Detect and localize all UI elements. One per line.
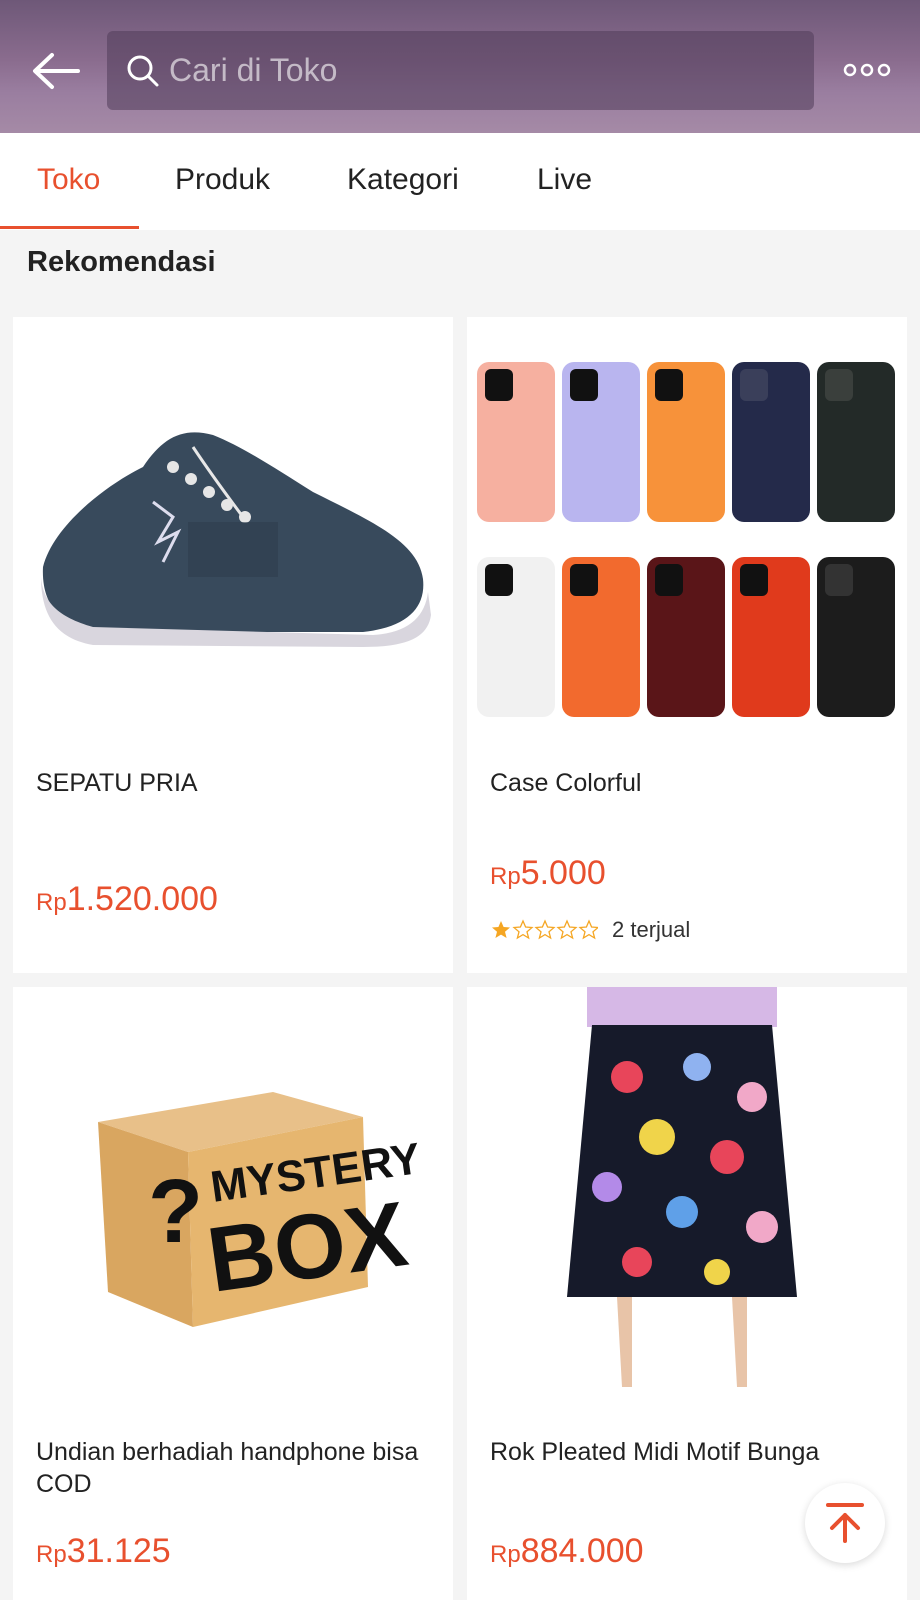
product-card-case[interactable]: Case Colorful Rp5.000 2 terjual [467,317,907,973]
arrow-up-to-top-icon [826,1503,864,1543]
tab-kategori[interactable]: Kategori [347,163,459,197]
search-input[interactable]: Cari di Toko [107,31,814,110]
back-button[interactable] [28,44,82,98]
product-image-shoe [41,432,431,647]
svg-text:?: ? [148,1162,203,1262]
tab-produk[interactable]: Produk [175,163,270,197]
more-button[interactable] [840,55,894,85]
product-rating: 2 terjual [490,917,690,943]
sold-count: 2 terjual [612,917,691,942]
section-title: Rekomendasi [27,246,216,278]
product-price: Rp31.125 [36,1532,171,1570]
product-card-shoe[interactable]: SEPATU PRIA Rp1.520.000 [13,317,453,973]
active-tab-indicator [0,226,139,229]
arrow-left-icon [33,53,80,89]
tab-live[interactable]: Live [537,163,592,197]
more-dots-icon [843,63,891,77]
product-card-mystery-box[interactable]: ? MYSTERY BOX Undian berhadiah handphone… [13,987,453,1600]
product-name: Rok Pleated Midi Motif Bunga [490,1438,820,1466]
product-price: Rp5.000 [490,854,606,892]
search-icon [127,55,159,86]
shop-header: Cari di Toko [0,0,920,133]
tab-toko[interactable]: Toko [37,163,100,197]
product-name: Undian berhadiah handphone bisa COD [36,1438,419,1498]
product-image-mystery-box: ? MYSTERY BOX [98,1092,423,1327]
shop-tabs: Toko Produk Kategori Live [0,133,920,230]
product-image-cases [477,362,895,717]
product-price: Rp884.000 [490,1532,644,1570]
star-rating-icon [492,919,598,940]
search-placeholder: Cari di Toko [169,52,338,88]
product-price: Rp1.520.000 [36,880,218,918]
product-name: SEPATU PRIA [36,769,198,797]
product-image-skirt [567,987,797,1387]
scroll-to-top-button[interactable] [805,1483,885,1563]
product-name: Case Colorful [490,769,642,797]
